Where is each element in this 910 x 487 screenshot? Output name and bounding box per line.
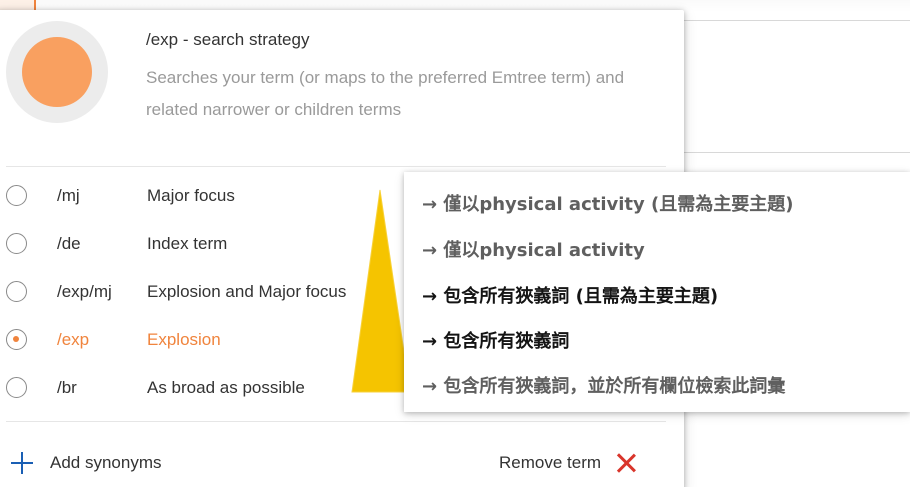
plus-icon: [10, 451, 34, 475]
option-label: As broad as possible: [147, 378, 305, 397]
divider: [6, 421, 666, 422]
radio-button[interactable]: [6, 377, 27, 398]
option-code: /de: [57, 234, 81, 253]
remove-term-button[interactable]: Remove term: [499, 448, 637, 478]
strategy-title: /exp - search strategy: [146, 30, 310, 49]
close-icon: [615, 452, 637, 474]
radio-button[interactable]: [6, 185, 27, 206]
remove-term-label: Remove term: [499, 453, 602, 472]
annotation-line: → 包含所有狹義詞: [422, 331, 570, 352]
option-code: /br: [57, 378, 77, 397]
radio-button[interactable]: [6, 233, 27, 254]
option-label: Major focus: [147, 186, 235, 205]
circle-avatar-icon: [6, 21, 108, 123]
background-divider: [684, 20, 910, 21]
option-label: Explosion: [147, 330, 221, 349]
option-code: /exp/mj: [57, 282, 112, 301]
divider: [6, 166, 666, 167]
radio-button-selected[interactable]: [6, 329, 27, 350]
option-code: /exp: [57, 330, 90, 349]
avatar-dot: [22, 37, 92, 107]
add-synonyms-label: Add synonyms: [50, 453, 162, 472]
strategy-description: Searches your term (or maps to the prefe…: [146, 68, 625, 119]
radio-button[interactable]: [6, 281, 27, 302]
annotation-line: → 僅以physical activity: [422, 240, 645, 261]
background-divider: [684, 152, 910, 153]
annotation-line: → 包含所有狹義詞 (且需為主要主題): [422, 286, 719, 307]
annotation-line: → 僅以physical activity (且需為主要主題): [422, 194, 794, 215]
add-synonyms-button[interactable]: Add synonyms: [10, 448, 162, 478]
option-code: /mj: [57, 186, 80, 205]
option-label: Explosion and Major focus: [147, 282, 347, 301]
page: /exp - search strategy Searches your ter…: [0, 0, 910, 487]
annotation-callout: → 僅以physical activity (且需為主要主題) → 僅以phys…: [404, 172, 910, 412]
option-label: Index term: [147, 234, 228, 253]
annotation-line: → 包含所有狹義詞，並於所有欄位檢索此詞彙: [422, 376, 786, 397]
